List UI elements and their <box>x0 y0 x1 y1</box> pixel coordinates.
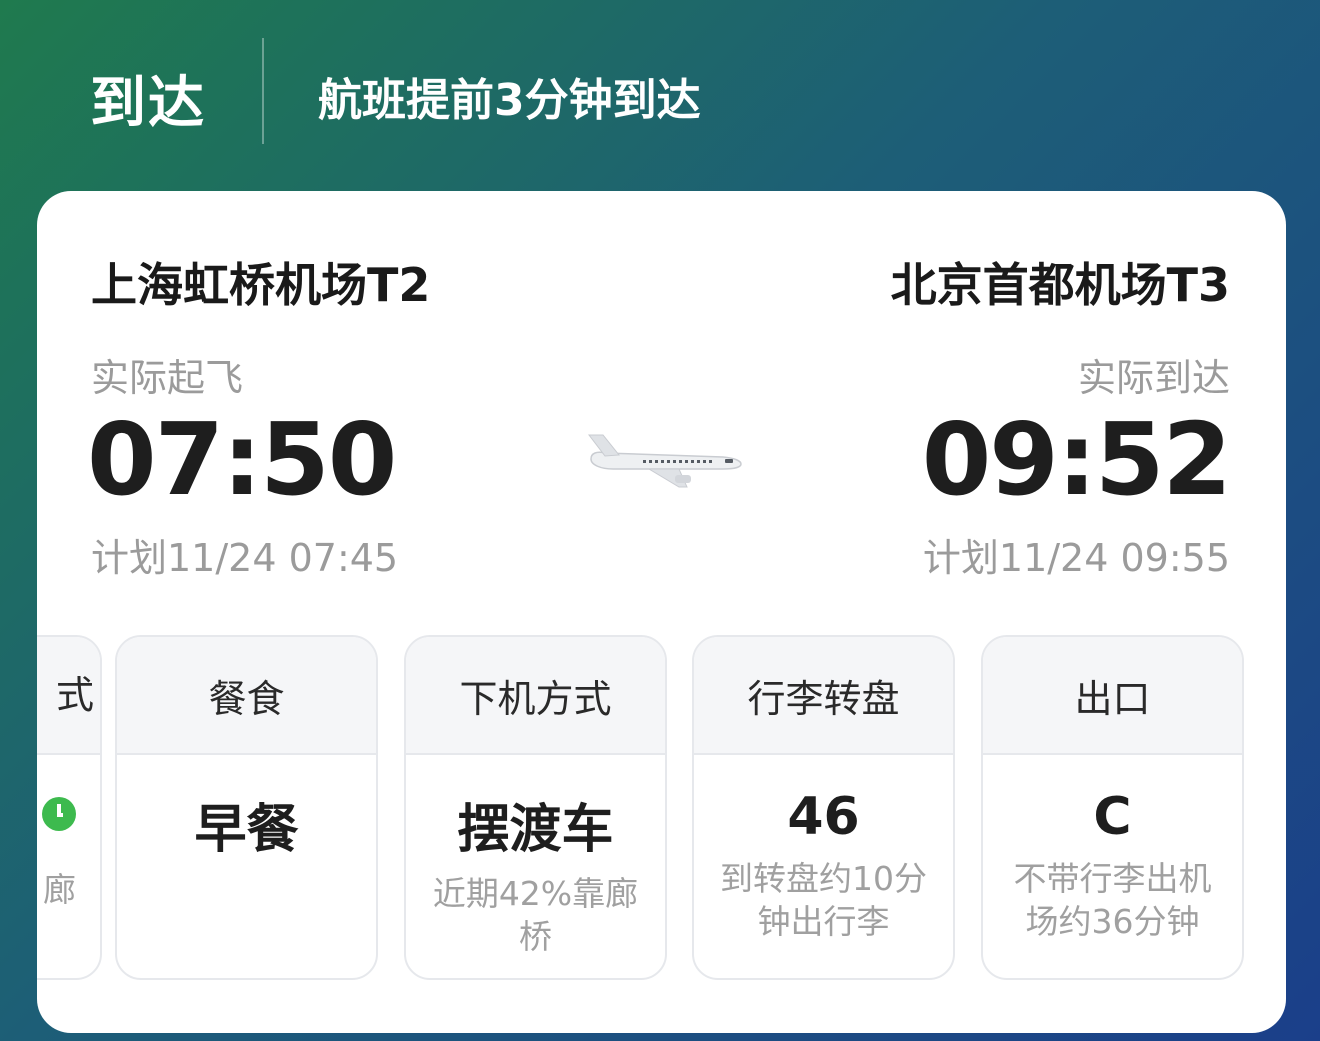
tile-baggage-title: 行李转盘 <box>694 637 953 755</box>
tile-baggage[interactable]: 行李转盘 46 到转盘约10分钟出行李 <box>692 635 955 980</box>
departure-time: 07:50 <box>87 401 397 518</box>
header-divider <box>262 38 264 144</box>
tile-partial-title: 式 <box>55 673 94 717</box>
tile-disembark-title: 下机方式 <box>406 637 665 755</box>
status-header: 到达 航班提前3分钟到达 <box>0 0 1320 190</box>
check-circle-icon <box>42 797 76 831</box>
arrival-time: 09:52 <box>921 401 1232 518</box>
tile-meal-value: 早餐 <box>194 800 299 860</box>
arrival-label: 实际到达 <box>1077 356 1230 400</box>
tile-meal[interactable]: 餐食 早餐 <box>115 635 378 980</box>
tile-exit-value: C <box>1093 787 1132 847</box>
tile-baggage-note: 到转盘约10分钟出行李 <box>720 859 927 941</box>
tile-disembark[interactable]: 下机方式 摆渡车 近期42%靠廊桥 <box>404 635 667 980</box>
airplane-icon <box>587 434 742 488</box>
tile-exit-title: 出口 <box>983 637 1242 755</box>
arrival-planned-time: 计划11/24 09:55 <box>922 536 1230 580</box>
tile-partial[interactable]: 式 廊 <box>37 635 102 980</box>
departure-airport[interactable]: 上海虹桥机场T2 <box>91 249 430 315</box>
tile-exit-note: 不带行李出机场约36分钟 <box>1013 859 1212 941</box>
tile-partial-note: 廊 <box>43 870 76 909</box>
tile-meal-title: 餐食 <box>117 637 376 755</box>
arrival-status-note: 航班提前3分钟到达 <box>318 75 701 126</box>
tile-disembark-value: 摆渡车 <box>457 800 614 860</box>
arrival-status-title: 到达 <box>90 71 206 136</box>
flight-card: 上海虹桥机场T2 北京首都机场T3 实际起飞 实际到达 07:50 09:52 … <box>37 191 1286 1033</box>
departure-planned-time: 计划11/24 07:45 <box>91 536 399 580</box>
tile-disembark-note: 近期42%靠廊桥 <box>432 874 639 956</box>
arrival-airport[interactable]: 北京首都机场T3 <box>891 249 1230 315</box>
departure-label: 实际起飞 <box>91 356 244 400</box>
tile-exit[interactable]: 出口 C 不带行李出机场约36分钟 <box>981 635 1244 980</box>
tile-baggage-value: 46 <box>787 787 860 847</box>
